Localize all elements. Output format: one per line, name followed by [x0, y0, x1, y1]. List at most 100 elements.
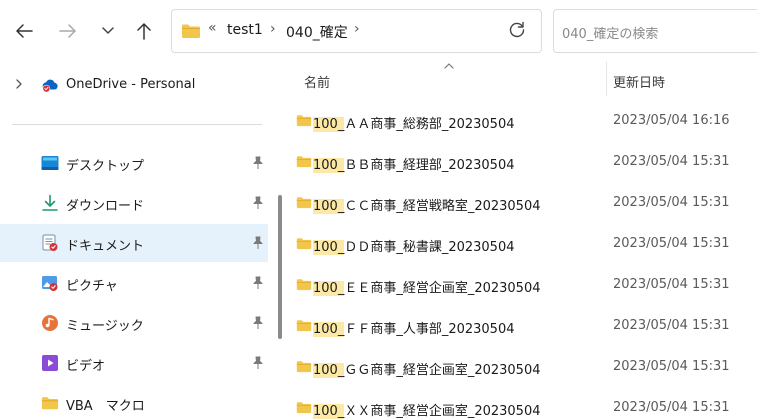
pin-icon[interactable]	[252, 196, 264, 210]
nav-item-label: ドキュメント	[66, 239, 145, 254]
file-row[interactable]: 100_ＣＣ商事_経営戦略室_20230504 2023/05/04 15:31	[286, 184, 757, 224]
pin-icon[interactable]	[252, 316, 264, 330]
nav-item-desktop[interactable]: デスクトップ	[0, 144, 268, 182]
address-bar[interactable]: « test1 › 040_確定 ›	[171, 9, 542, 53]
forward-button[interactable]	[55, 18, 81, 44]
file-modified-date: 2023/05/04 15:31	[613, 277, 730, 292]
search-highlight: 100_	[313, 363, 345, 378]
file-name: 100_ＡＡ商事_総務部_20230504	[313, 113, 515, 132]
file-row[interactable]: 100_ＦＦ商事_人事部_20230504 2023/05/04 15:31	[286, 307, 757, 347]
search-highlight: 100_	[313, 117, 345, 132]
file-modified-date: 2023/05/04 15:31	[613, 195, 730, 210]
file-name: 100_ＸＸ商事_経営企画室_20230504	[313, 400, 541, 419]
file-name-rest: ＡＡ商事_総務部_20230504	[344, 117, 515, 132]
nav-item-videos[interactable]: ビデオ	[0, 344, 268, 382]
file-name: 100_ＢＢ商事_経理部_20230504	[313, 154, 515, 173]
breadcrumb-040-kakutei[interactable]: 040_確定	[286, 22, 348, 42]
search-box[interactable]: 040_確定の検索	[553, 9, 757, 53]
search-placeholder: 040_確定の検索	[562, 27, 659, 42]
desktop-icon	[41, 156, 59, 170]
pin-icon[interactable]	[252, 236, 264, 250]
nav-item-pictures[interactable]: ピクチャ	[0, 264, 268, 302]
chevron-down-icon	[102, 27, 114, 34]
navigation-pane-scrollbar[interactable]	[278, 195, 282, 339]
address-overflow-chevron[interactable]: «	[208, 20, 217, 36]
folder-icon	[296, 197, 312, 209]
file-row[interactable]: 100_ＥＥ商事_経営企画室_20230504 2023/05/04 15:31	[286, 266, 757, 306]
file-name: 100_ＦＦ商事_人事部_20230504	[313, 318, 515, 337]
file-modified-date: 2023/05/04 15:31	[613, 318, 730, 333]
file-name: 100_ＧＧ商事_経営企画室_20230504	[313, 359, 541, 378]
arrow-up-icon	[137, 23, 151, 40]
file-name: 100_ＥＥ商事_経営企画室_20230504	[313, 277, 541, 296]
nav-item-label: OneDrive - Personal	[66, 77, 196, 92]
file-row[interactable]: 100_ＡＡ商事_総務部_20230504 2023/05/04 16:16	[286, 102, 757, 142]
folder-icon	[296, 238, 312, 250]
search-highlight: 100_	[313, 199, 345, 214]
nav-item-documents[interactable]: ドキュメント	[0, 224, 268, 262]
nav-divider	[12, 124, 262, 125]
column-divider[interactable]	[606, 62, 607, 96]
file-list: 名前 更新日時 100_ＡＡ商事_総務部_20230504 2023/05/04 …	[286, 62, 757, 420]
folder-icon	[296, 320, 312, 332]
up-button[interactable]	[131, 18, 157, 44]
nav-item-label: デスクトップ	[66, 159, 145, 174]
nav-item-music[interactable]: ミュージック	[0, 304, 268, 342]
file-name-rest: ＣＣ商事_経営戦略室_20230504	[344, 199, 541, 214]
breadcrumb-test1[interactable]: test1	[227, 22, 263, 38]
file-name-rest: ＢＢ商事_経理部_20230504	[344, 158, 515, 173]
pin-icon[interactable]	[252, 276, 264, 290]
file-modified-date: 2023/05/04 16:16	[613, 113, 730, 128]
arrow-left-icon	[16, 24, 33, 38]
download-icon	[42, 194, 58, 211]
recent-locations-button[interactable]	[95, 18, 121, 44]
folder-icon	[296, 361, 312, 373]
search-highlight: 100_	[313, 404, 345, 419]
file-name: 100_ＤＤ商事_秘書課_20230504	[313, 236, 515, 255]
file-modified-date: 2023/05/04 15:31	[613, 400, 730, 415]
column-header-name[interactable]: 名前	[304, 72, 330, 91]
file-modified-date: 2023/05/04 15:31	[613, 154, 730, 169]
video-icon	[42, 355, 58, 371]
breadcrumb-separator[interactable]: ›	[354, 21, 360, 37]
pin-icon[interactable]	[252, 356, 264, 370]
nav-item-vba-macro[interactable]: VBA マクロ	[0, 384, 268, 420]
pictures-icon	[42, 276, 58, 291]
nav-item-label: ダウンロード	[66, 199, 145, 214]
nav-item-label: ビデオ	[66, 359, 106, 374]
file-row[interactable]: 100_ＢＢ商事_経理部_20230504 2023/05/04 15:31	[286, 143, 757, 183]
toolbar: « test1 › 040_確定 › 040_確定の検索	[0, 0, 757, 62]
search-highlight: 100_	[313, 240, 345, 255]
nav-item-onedrive[interactable]: OneDrive - Personal	[0, 66, 268, 104]
file-modified-date: 2023/05/04 15:31	[613, 236, 730, 251]
onedrive-icon	[42, 79, 58, 93]
breadcrumb-separator[interactable]: ›	[270, 21, 276, 37]
folder-icon	[296, 115, 312, 127]
file-modified-date: 2023/05/04 15:31	[613, 359, 730, 374]
file-row[interactable]: 100_ＤＤ商事_秘書課_20230504 2023/05/04 15:31	[286, 225, 757, 265]
search-highlight: 100_	[313, 158, 345, 173]
folder-icon	[296, 279, 312, 291]
navigation-pane: OneDrive - Personal デスクトップ ダウンロード ドキュメント…	[0, 62, 271, 420]
search-highlight: 100_	[313, 322, 345, 337]
refresh-icon[interactable]	[508, 21, 526, 39]
back-button[interactable]	[11, 18, 37, 44]
column-header-modified[interactable]: 更新日時	[613, 72, 665, 91]
search-highlight: 100_	[313, 281, 345, 296]
folder-icon	[296, 156, 312, 168]
music-icon	[42, 315, 58, 331]
folder-icon	[296, 402, 312, 414]
nav-item-downloads[interactable]: ダウンロード	[0, 184, 268, 222]
nav-item-label: VBA マクロ	[66, 399, 145, 414]
arrow-right-icon	[59, 24, 76, 38]
chevron-right-icon[interactable]	[14, 78, 24, 90]
nav-item-label: ピクチャ	[66, 279, 118, 294]
nav-item-label: ミュージック	[66, 319, 144, 334]
file-row[interactable]: 100_ＧＧ商事_経営企画室_20230504 2023/05/04 15:31	[286, 348, 757, 388]
file-name-rest: ＤＤ商事_秘書課_20230504	[344, 240, 515, 255]
pin-icon[interactable]	[252, 156, 264, 170]
documents-icon	[42, 234, 58, 251]
file-name-rest: ＥＥ商事_経営企画室_20230504	[344, 281, 541, 296]
file-row[interactable]: 100_ＸＸ商事_経営企画室_20230504 2023/05/04 15:31	[286, 389, 757, 420]
sort-ascending-icon	[444, 63, 454, 69]
